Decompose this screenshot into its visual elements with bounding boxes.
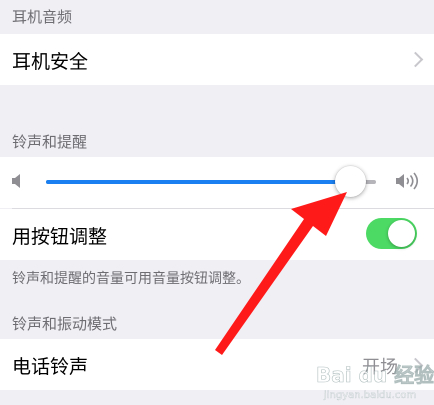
svg-text:jingyan.baidu.com: jingyan.baidu.com: [323, 390, 416, 401]
svg-text:Bai du 经验: Bai du 经验: [316, 363, 434, 387]
red-annotation-arrow: [215, 192, 347, 355]
baidu-watermark-logo: Bai du 经验 jingyan.baidu.com: [316, 363, 434, 401]
